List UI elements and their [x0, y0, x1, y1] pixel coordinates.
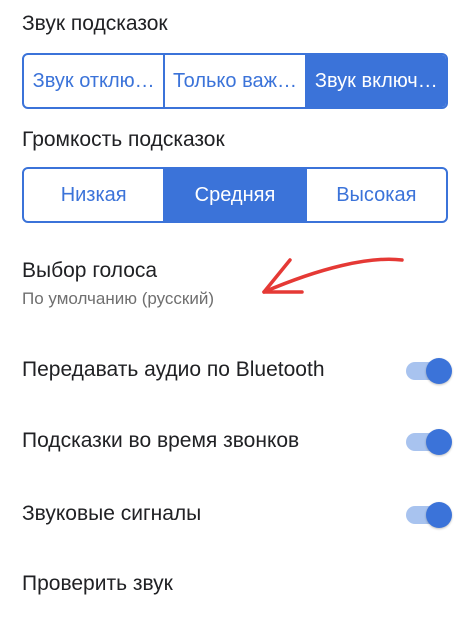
toggle-row-hints-during-calls-label: Подсказки во время звонков	[22, 429, 300, 452]
hint-volume-option-low-label: Низкая	[60, 183, 127, 206]
bluetooth-audio-switch[interactable]	[404, 358, 452, 384]
hint-volume-option-high[interactable]: Высокая	[307, 169, 446, 221]
toggle-row-hints-during-calls[interactable]: Подсказки во время звонков	[0, 417, 474, 467]
hint-volume-option-medium[interactable]: Средняя	[165, 169, 307, 221]
hint-volume-title: Громкость подсказок	[22, 128, 225, 151]
hint-volume-option-low[interactable]: Низкая	[24, 169, 166, 221]
toggle-row-bluetooth-audio-label: Передавать аудио по Bluetooth	[22, 358, 325, 381]
voice-selection-title: Выбор голоса	[22, 259, 158, 282]
annotation-arrow-icon	[262, 257, 404, 294]
check-sound-item[interactable]: Проверить звук	[22, 572, 173, 596]
hints-during-calls-switch[interactable]	[404, 429, 452, 455]
sound-settings-page: Звук подсказок Звук отклю… Только важ… З…	[0, 0, 474, 619]
hint-sound-title: Звук подсказок	[22, 12, 168, 35]
hint-sound-option-important-only[interactable]: Только важ…	[165, 55, 307, 107]
sound-signals-switch[interactable]	[404, 502, 452, 528]
hint-sound-option-off-label: Звук отклю…	[32, 69, 155, 92]
switch-thumb	[426, 502, 452, 528]
switch-thumb	[426, 429, 452, 455]
hint-sound-option-important-label: Только важ…	[173, 69, 297, 92]
hint-volume-option-medium-label: Средняя	[194, 183, 276, 206]
switch-thumb	[426, 358, 452, 384]
hint-sound-option-on[interactable]: Звук включ…	[306, 55, 446, 107]
hint-volume-option-high-label: Высокая	[336, 183, 417, 206]
hint-volume-segmented-control: Низкая Средняя Высокая	[22, 167, 448, 223]
toggle-row-sound-signals-label: Звуковые сигналы	[22, 502, 202, 525]
voice-selection-value: По умолчанию (русский)	[22, 289, 215, 308]
hint-sound-option-off[interactable]: Звук отклю…	[24, 55, 166, 107]
hint-sound-option-on-label: Звук включ…	[314, 69, 438, 92]
toggle-row-bluetooth-audio[interactable]: Передавать аудио по Bluetooth	[0, 346, 474, 396]
hint-sound-segmented-control: Звук отклю… Только важ… Звук включ…	[22, 53, 448, 109]
toggle-row-sound-signals[interactable]: Звуковые сигналы	[0, 490, 474, 540]
